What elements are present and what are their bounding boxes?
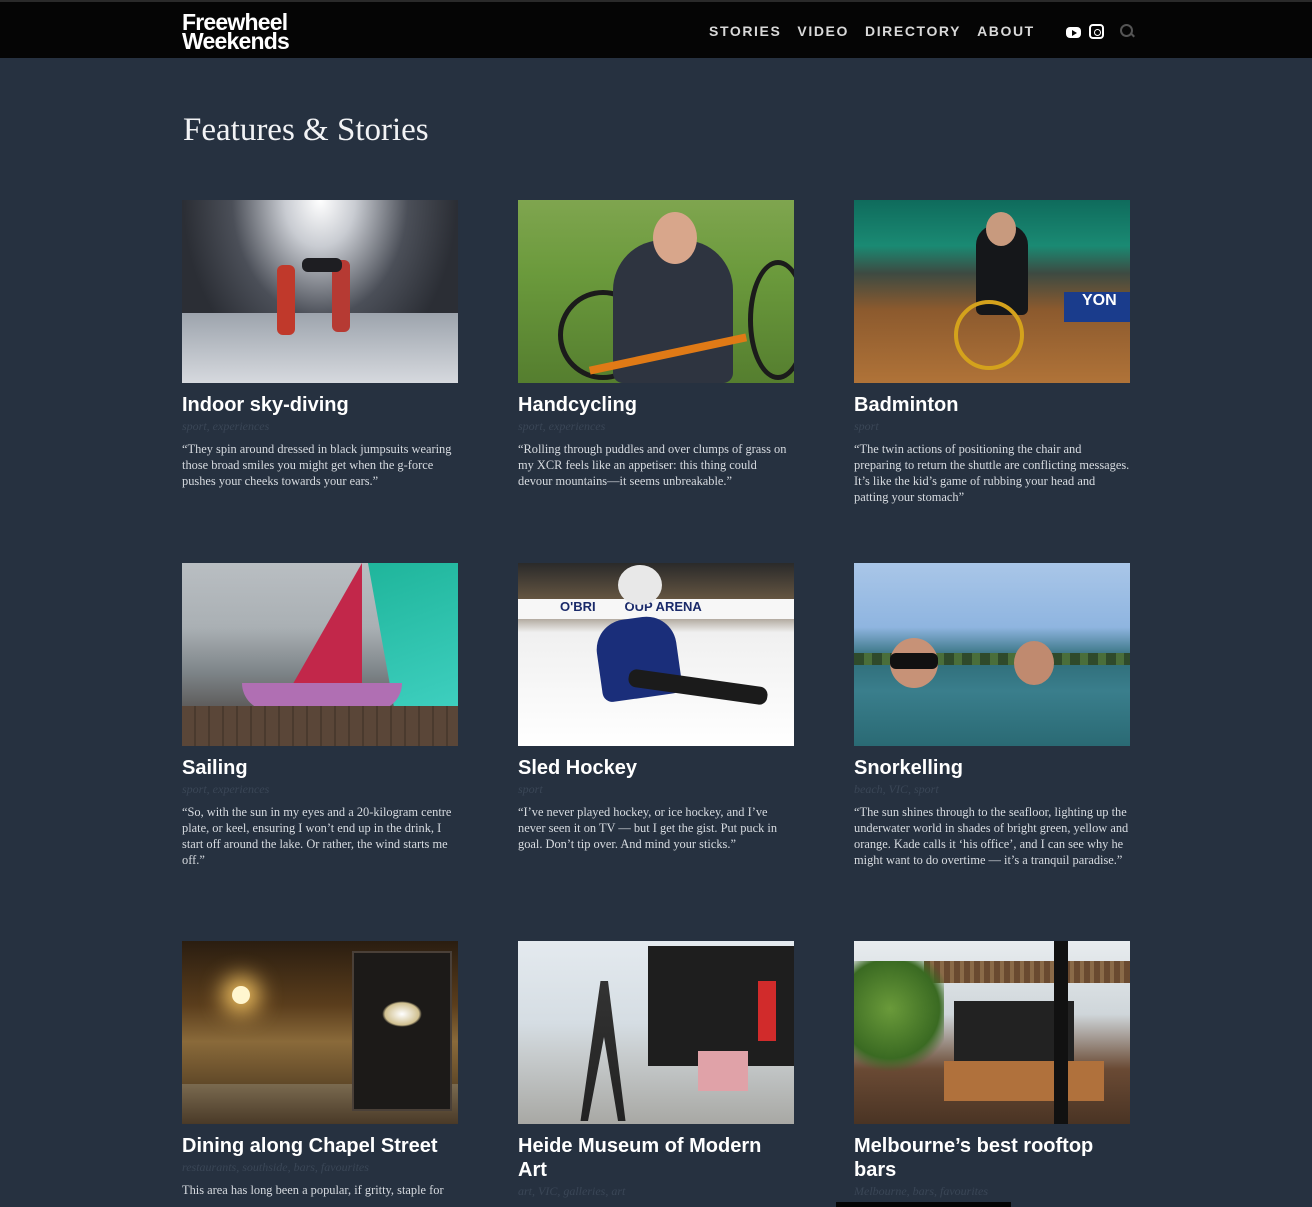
site-logo[interactable]: Freewheel Weekends bbox=[182, 11, 290, 54]
social-links bbox=[1066, 24, 1135, 39]
story-tags[interactable]: beach, VIC, sport bbox=[854, 782, 1130, 800]
story-card[interactable]: Heide Museum of Modern Art art, VIC, gal… bbox=[518, 941, 794, 1207]
story-image-chapel-street[interactable] bbox=[182, 941, 458, 1124]
search-icon[interactable] bbox=[1120, 24, 1135, 39]
story-tags[interactable]: restaurants, southside, bars, favourites bbox=[182, 1160, 458, 1178]
story-card[interactable]: YON Badminton sport “The twin actions of… bbox=[854, 200, 1130, 505]
story-excerpt: “The sun shines through to the seafloor,… bbox=[854, 805, 1129, 867]
story-title[interactable]: Sailing bbox=[182, 756, 458, 780]
story-image-badminton[interactable]: YON bbox=[854, 200, 1130, 383]
story-title[interactable]: Snorkelling bbox=[854, 756, 1130, 780]
story-title[interactable]: Dining along Chapel Street bbox=[182, 1134, 458, 1158]
story-title[interactable]: Handcycling bbox=[518, 393, 794, 417]
story-image-sailing[interactable] bbox=[182, 563, 458, 746]
story-tags[interactable]: sport, experiences bbox=[182, 419, 458, 437]
story-card[interactable]: Indoor sky-diving sport, experiences “Th… bbox=[182, 200, 458, 489]
story-card[interactable]: Handcycling sport, experiences “Rolling … bbox=[518, 200, 794, 489]
story-excerpt: “They spin around dressed in black jumps… bbox=[182, 442, 452, 488]
story-title[interactable]: Heide Museum of Modern Art bbox=[518, 1134, 794, 1182]
main-nav: STORIES VIDEO DIRECTORY ABOUT bbox=[709, 23, 1051, 39]
story-card[interactable]: O'BRI OUP ARENA Sled Hockey sport “I’ve … bbox=[518, 563, 794, 852]
story-excerpt: “So, with the sun in my eyes and a 20-ki… bbox=[182, 805, 452, 867]
story-excerpt: “The twin actions of positioning the cha… bbox=[854, 442, 1130, 504]
story-card[interactable]: Melbourne’s best rooftop bars Melbourne,… bbox=[854, 941, 1130, 1206]
story-image-handcycling[interactable] bbox=[518, 200, 794, 383]
story-tags[interactable]: sport bbox=[518, 782, 794, 800]
story-tags[interactable]: sport, experiences bbox=[182, 782, 458, 800]
instagram-icon[interactable] bbox=[1089, 24, 1104, 39]
story-card[interactable]: Dining along Chapel Street restaurants, … bbox=[182, 941, 458, 1198]
page-title: Features & Stories bbox=[183, 112, 429, 148]
story-image-snorkelling[interactable] bbox=[854, 563, 1130, 746]
youtube-icon[interactable] bbox=[1066, 27, 1081, 38]
story-title[interactable]: Melbourne’s best rooftop bars bbox=[854, 1134, 1130, 1182]
story-card[interactable]: Sailing sport, experiences “So, with the… bbox=[182, 563, 458, 868]
story-image-heide-museum[interactable] bbox=[518, 941, 794, 1124]
nav-item-about[interactable]: ABOUT bbox=[977, 23, 1035, 39]
story-image-sled-hockey[interactable]: O'BRI OUP ARENA bbox=[518, 563, 794, 746]
story-title[interactable]: Indoor sky-diving bbox=[182, 393, 458, 417]
story-image-indoor-skydiving[interactable] bbox=[182, 200, 458, 383]
nav-item-directory[interactable]: DIRECTORY bbox=[865, 23, 961, 39]
logo-line-2: Weekends bbox=[182, 28, 290, 54]
story-title[interactable]: Badminton bbox=[854, 393, 1130, 417]
nav-item-video[interactable]: VIDEO bbox=[797, 23, 849, 39]
story-title[interactable]: Sled Hockey bbox=[518, 756, 794, 780]
story-image-rooftop-bars[interactable] bbox=[854, 941, 1130, 1124]
nav-item-stories[interactable]: STORIES bbox=[709, 23, 781, 39]
story-excerpt: “Rolling through puddles and over clumps… bbox=[518, 442, 787, 488]
story-excerpt: This area has long been a popular, if gr… bbox=[182, 1183, 444, 1197]
story-tags[interactable]: Melbourne, bars, favourites bbox=[854, 1184, 1130, 1202]
story-tags[interactable]: sport bbox=[854, 419, 1130, 437]
story-card[interactable]: Snorkelling beach, VIC, sport “The sun s… bbox=[854, 563, 1130, 868]
story-tags[interactable]: art, VIC, galleries, art bbox=[518, 1184, 794, 1202]
story-excerpt: “I’ve never played hockey, or ice hockey… bbox=[518, 805, 778, 851]
floating-bar bbox=[836, 1202, 1011, 1207]
story-tags[interactable]: sport, experiences bbox=[518, 419, 794, 437]
site-header: Freewheel Weekends STORIES VIDEO DIRECTO… bbox=[0, 0, 1312, 58]
